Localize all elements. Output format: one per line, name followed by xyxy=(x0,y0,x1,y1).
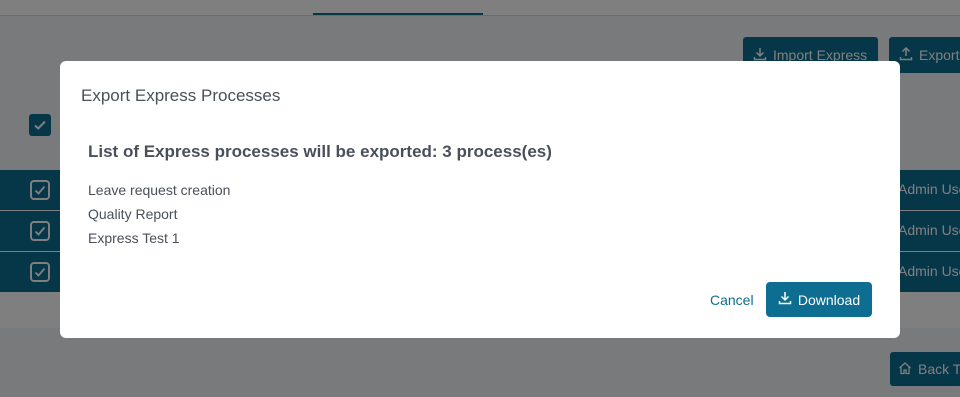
export-list-heading: List of Express processes will be export… xyxy=(88,142,552,161)
download-label: Download xyxy=(797,291,861,308)
process-list: Leave request creation Quality Report Ex… xyxy=(88,182,230,254)
list-item: Leave request creation xyxy=(88,182,231,198)
dialog-title: Export Express Processes xyxy=(81,86,281,105)
list-item: Quality Report xyxy=(88,206,178,222)
cancel-button[interactable]: Cancel xyxy=(710,292,754,308)
download-button[interactable]: Download xyxy=(766,282,872,317)
download-icon xyxy=(778,291,792,308)
export-dialog: Export Express Processes List of Express… xyxy=(60,61,900,338)
list-item: Express Test 1 xyxy=(88,230,180,246)
